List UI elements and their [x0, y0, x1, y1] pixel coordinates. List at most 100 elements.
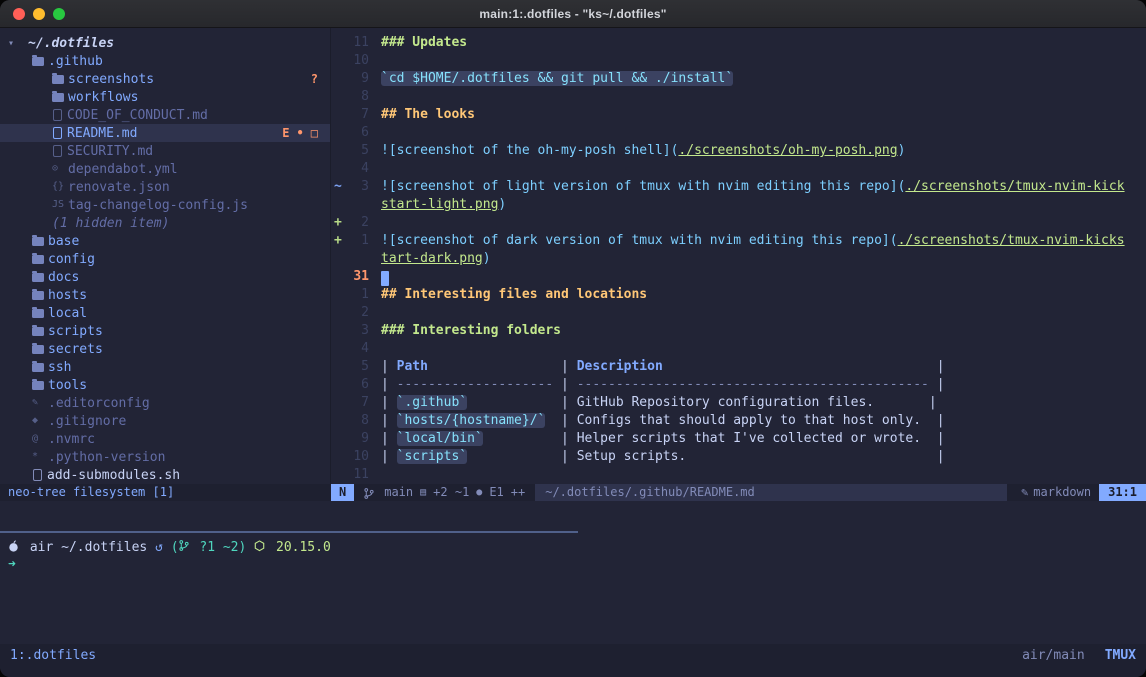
tree-item-gitignore[interactable]: ◆.gitignore — [0, 412, 330, 430]
line-text: ## Interesting files and locations — [381, 286, 1146, 304]
editor-line[interactable]: 9`cd $HOME/.dotfiles && git pull && ./in… — [331, 70, 1146, 88]
tree-item-secrets[interactable]: secrets — [0, 340, 330, 358]
tree-item-editorconfig[interactable]: ✎.editorconfig — [0, 394, 330, 412]
tree-item-screenshots[interactable]: screenshots? — [0, 70, 330, 88]
editor-line[interactable]: 6 — [331, 124, 1146, 142]
editor-line[interactable]: start-light.png) — [331, 196, 1146, 214]
tree-item-label: renovate.json — [68, 180, 170, 195]
line-text: start-light.png) — [381, 196, 1146, 214]
tree-item-nvmrc[interactable]: @.nvmrc — [0, 430, 330, 448]
tree-item-code-of-conduct-md[interactable]: CODE_OF_CONDUCT.md — [0, 106, 330, 124]
tree-item-add-submodules-sh[interactable]: add-submodules.sh — [0, 466, 330, 484]
file-icon: JS — [52, 196, 68, 214]
line-text — [381, 160, 1146, 178]
status-extra: ++ — [511, 484, 525, 501]
editor-line[interactable]: +1![screenshot of dark version of tmux w… — [331, 232, 1146, 250]
tree-item-ssh[interactable]: ssh — [0, 358, 330, 376]
line-text: ![screenshot of dark version of tmux wit… — [381, 232, 1146, 250]
editor-line[interactable]: tart-dark.png) — [331, 250, 1146, 268]
tree-item-github[interactable]: .github — [0, 52, 330, 70]
editor-line[interactable]: 11 — [331, 466, 1146, 484]
apple-icon — [8, 540, 19, 552]
markdown-file-icon — [53, 109, 62, 121]
gitsign-column — [331, 268, 347, 286]
editor-line[interactable]: 7## The looks — [331, 106, 1146, 124]
zoom-button[interactable] — [53, 8, 65, 20]
tree-item-label: base — [48, 234, 79, 249]
git-diff-counts: +2 ~1 — [433, 484, 469, 501]
tree-item-scripts[interactable]: scripts — [0, 322, 330, 340]
tree-item-python-version[interactable]: *.python-version — [0, 448, 330, 466]
filetype-segment: ✎ markdown — [1013, 484, 1099, 501]
tree-item-base[interactable]: base — [0, 232, 330, 250]
tree-item-security-md[interactable]: SECURITY.md — [0, 142, 330, 160]
line-text — [381, 214, 1146, 232]
editor-line[interactable]: 9| `local/bin` | Helper scripts that I'v… — [331, 430, 1146, 448]
statusline: neo-tree filesystem [1] N main ▤ +2 ~1 ●… — [0, 484, 1146, 501]
editor-line[interactable]: 3### Interesting folders — [331, 322, 1146, 340]
tree-item-tag-changelog-config-js[interactable]: JStag-changelog-config.js — [0, 196, 330, 214]
tree-item-renovate-json[interactable]: {}renovate.json — [0, 178, 330, 196]
tree-item-dependabot-yml[interactable]: ⊙dependabot.yml — [0, 160, 330, 178]
editor-line[interactable]: 31 — [331, 268, 1146, 286]
tree-item-tools[interactable]: tools — [0, 376, 330, 394]
editor-line[interactable]: +2 — [331, 214, 1146, 232]
filetype-label: markdown — [1033, 484, 1091, 501]
gitsign-column — [331, 448, 347, 466]
editor-line[interactable]: 10| `scripts` | Setup scripts. | — [331, 448, 1146, 466]
line-number: 3 — [347, 178, 369, 196]
folder-icon — [32, 309, 44, 318]
tmux-badge: TMUX — [1105, 647, 1136, 677]
line-number: 7 — [347, 106, 369, 124]
git-untracked-badge: ? — [311, 72, 318, 86]
line-number: 10 — [347, 52, 369, 70]
folder-icon — [32, 255, 44, 264]
cursor-position: 31:1 — [1099, 484, 1146, 501]
folder-icon — [32, 291, 44, 300]
tree-item-label: ssh — [48, 360, 71, 375]
tree-item-local[interactable]: local — [0, 304, 330, 322]
tree-item-dotfiles[interactable]: ▾~/.dotfiles — [0, 34, 330, 52]
tree-item-label: docs — [48, 270, 79, 285]
cursor-block — [381, 271, 389, 286]
editor-buffer[interactable]: 11### Updates 10 9`cd $HOME/.dotfiles &&… — [331, 28, 1146, 484]
tree-item-readme-md[interactable]: README.mdE•□ — [0, 124, 330, 142]
tree-item-docs[interactable]: docs — [0, 268, 330, 286]
tree-item-config[interactable]: config — [0, 250, 330, 268]
folder-icon — [32, 237, 44, 246]
tree-item-label: local — [48, 306, 87, 321]
editor-line[interactable]: 8 — [331, 88, 1146, 106]
editor-line[interactable]: 2 — [331, 304, 1146, 322]
editor-line[interactable]: 4 — [331, 340, 1146, 358]
titlebar[interactable]: main:1:.dotfiles - "ks~/.dotfiles" — [0, 0, 1146, 28]
shell-pane[interactable]: air ~/.dotfiles ↺ ( ?1 ~2) 20.15.0 ➜ — [0, 533, 1146, 641]
gitsign-column — [331, 376, 347, 394]
line-number: 5 — [347, 142, 369, 160]
line-number: 8 — [347, 412, 369, 430]
editor-line[interactable]: 1## Interesting files and locations — [331, 286, 1146, 304]
neotree-panel[interactable]: ▾~/.dotfiles.githubscreenshots?workflows… — [0, 28, 331, 484]
file-path: ~/.dotfiles/.github/README.md — [535, 484, 1007, 501]
editor-line[interactable]: 7| `.github` | GitHub Repository configu… — [331, 394, 1146, 412]
prompt-symbol[interactable]: ➜ — [8, 556, 16, 574]
editor-line[interactable]: 5![screenshot of the oh-my-posh shell](.… — [331, 142, 1146, 160]
line-number: 6 — [347, 124, 369, 142]
editor-line[interactable]: 8| `hosts/{hostname}/` | Configs that sh… — [331, 412, 1146, 430]
close-button[interactable] — [13, 8, 25, 20]
expander-icon[interactable]: ▾ — [8, 38, 28, 49]
editor-line[interactable]: 5| Path | Description | — [331, 358, 1146, 376]
tree-item-label: README.md — [67, 126, 137, 141]
tmux-window-label[interactable]: 1:.dotfiles — [10, 647, 96, 677]
tree-item-1-hidden-item[interactable]: (1 hidden item) — [0, 214, 330, 232]
file-icon — [33, 469, 42, 481]
minimize-button[interactable] — [33, 8, 45, 20]
tree-item-hosts[interactable]: hosts — [0, 286, 330, 304]
editor-line[interactable]: 4 — [331, 160, 1146, 178]
gitsign-changed: ~ — [331, 178, 347, 196]
tree-item-workflows[interactable]: workflows — [0, 88, 330, 106]
editor-line[interactable]: 6| -------------------- | --------------… — [331, 376, 1146, 394]
diagnostics-count: E1 — [489, 484, 503, 501]
editor-line[interactable]: 11### Updates — [331, 34, 1146, 52]
editor-line[interactable]: ~3![screenshot of light version of tmux … — [331, 178, 1146, 196]
editor-line[interactable]: 10 — [331, 52, 1146, 70]
